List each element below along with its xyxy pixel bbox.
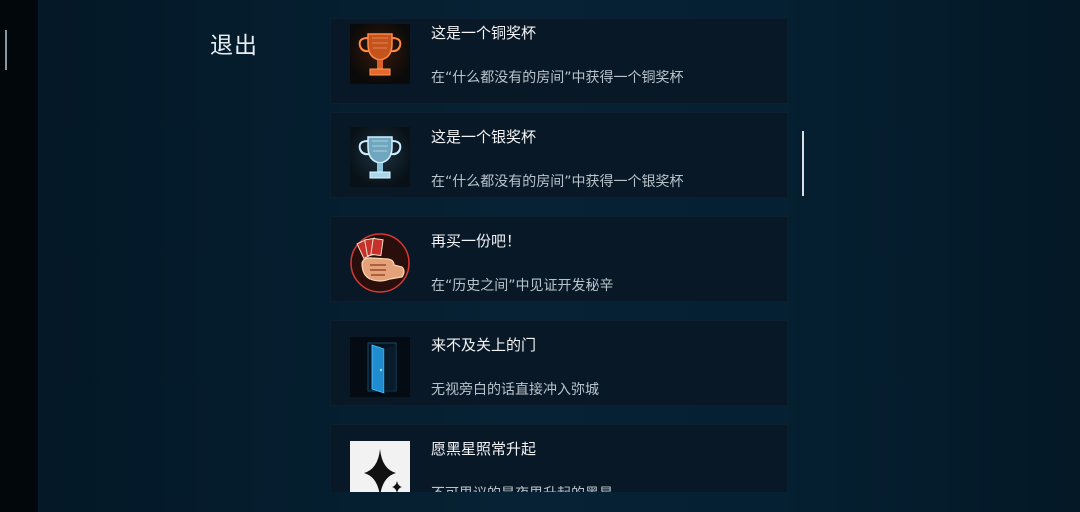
black-star-icon bbox=[350, 441, 410, 492]
achievement-list[interactable]: 这是一个铜奖杯 在“什么都没有的房间”中获得一个铜奖杯 这是一个银奖杯 在“什么… bbox=[330, 18, 788, 492]
achievement-title: 愿黑星照常升起 bbox=[431, 440, 537, 458]
fist-cards-icon bbox=[350, 233, 410, 293]
achievement-card[interactable]: 这是一个银奖杯 在“什么都没有的房间”中获得一个银奖杯 bbox=[330, 112, 788, 198]
achievement-card[interactable]: 这是一个铜奖杯 在“什么都没有的房间”中获得一个铜奖杯 bbox=[330, 18, 788, 104]
achievement-desc: 不可思议的是夜里升起的黑星 bbox=[431, 483, 613, 492]
scrollbar[interactable] bbox=[802, 131, 804, 196]
achievement-title: 这是一个银奖杯 bbox=[431, 128, 537, 146]
achievement-card[interactable]: 来不及关上的门 无视旁白的话直接冲入弥城 bbox=[330, 320, 788, 406]
achievement-desc: 在“什么都没有的房间”中获得一个银奖杯 bbox=[431, 174, 684, 190]
achievement-title: 再买一份吧！ bbox=[431, 232, 522, 250]
edge-indicator bbox=[5, 30, 7, 70]
achievement-card[interactable]: 再买一份吧！ 在“历史之间”中见证开发秘辛 bbox=[330, 216, 788, 302]
open-door-icon bbox=[350, 337, 410, 397]
achievement-title: 来不及关上的门 bbox=[431, 336, 537, 354]
achievement-card[interactable]: 愿黑星照常升起 不可思议的是夜里升起的黑星 bbox=[330, 424, 788, 492]
bronze-trophy-icon bbox=[350, 24, 410, 84]
exit-button[interactable]: 退出 bbox=[210, 26, 258, 60]
achievement-desc: 在“历史之间”中见证开发秘辛 bbox=[431, 278, 614, 294]
left-edge-bar bbox=[0, 0, 38, 512]
achievement-desc: 在“什么都没有的房间”中获得一个铜奖杯 bbox=[431, 70, 684, 86]
silver-trophy-icon bbox=[350, 127, 410, 187]
achievement-title: 这是一个铜奖杯 bbox=[431, 24, 537, 42]
achievement-desc: 无视旁白的话直接冲入弥城 bbox=[431, 382, 599, 398]
